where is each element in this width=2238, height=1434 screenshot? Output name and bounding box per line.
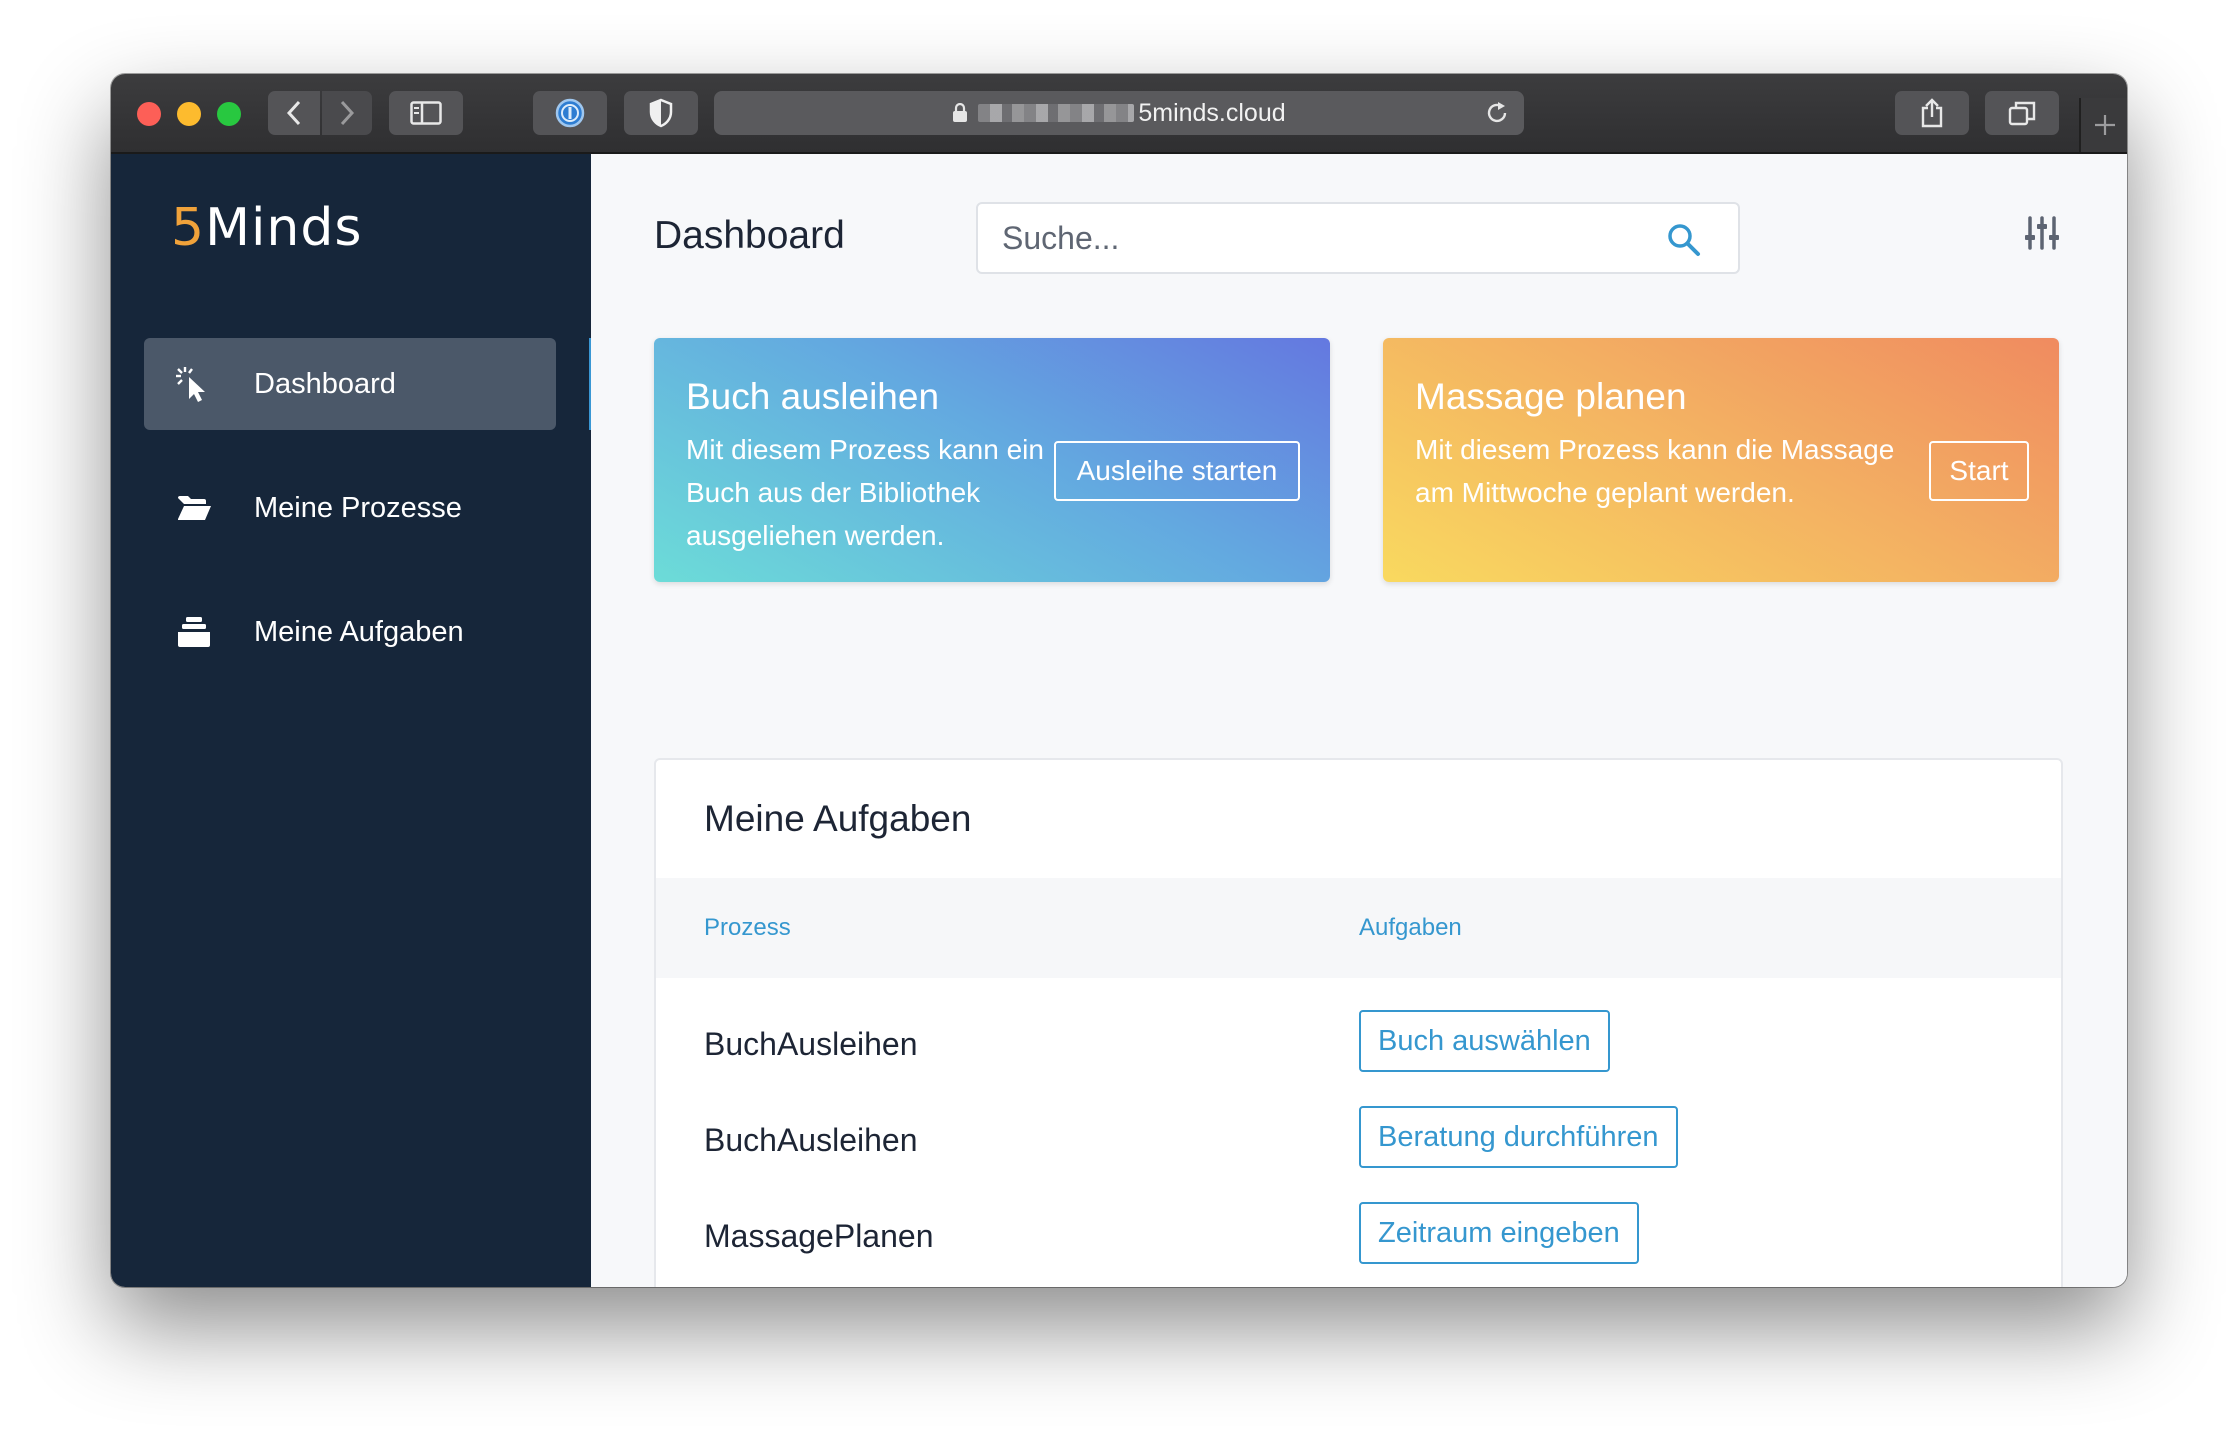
- column-header-aufgaben: Aufgaben: [1359, 914, 1462, 941]
- search-input[interactable]: [978, 218, 1644, 258]
- share-button[interactable]: [1895, 91, 1969, 135]
- sidebar-item-meine-prozesse[interactable]: Meine Prozesse: [144, 462, 556, 554]
- logo-number: 5: [171, 198, 206, 258]
- sidebar-item-meine-aufgaben[interactable]: Meine Aufgaben: [144, 586, 556, 678]
- logo[interactable]: 5Minds: [171, 198, 362, 258]
- logo-text: Minds: [205, 198, 363, 258]
- my-tasks-panel: Meine Aufgaben Prozess Aufgaben BuchAusl…: [654, 758, 2063, 1287]
- tabs-overview-button[interactable]: [1985, 91, 2059, 135]
- blurred-subdomain: [978, 104, 1135, 122]
- process-name: BuchAusleihen: [704, 1122, 918, 1158]
- card-title: Buch ausleihen: [686, 376, 940, 417]
- sidebar-item-dashboard[interactable]: Dashboard: [144, 338, 556, 430]
- password-manager-button[interactable]: [533, 91, 607, 135]
- card-description: Mit diesem Prozess kann ein Buch aus der…: [686, 434, 1044, 551]
- close-window-button[interactable]: [137, 102, 161, 126]
- browser-toolbar: 5minds.cloud: [111, 74, 2127, 154]
- process-card-buch-ausleihen: Buch ausleihen Mit diesem Prozess kann e…: [654, 338, 1330, 582]
- task-button-zeitraum-eingeben[interactable]: Zeitraum eingeben: [1359, 1202, 1639, 1264]
- sidebar: 5Minds Dashboard Meine Prozesse Meine Au…: [111, 154, 591, 1287]
- search-box[interactable]: [976, 202, 1740, 274]
- minimize-window-button[interactable]: [177, 102, 201, 126]
- sidebar-item-label: Meine Prozesse: [254, 491, 462, 524]
- search-icon[interactable]: [1666, 222, 1702, 258]
- tabs-icon: [2008, 101, 2036, 126]
- card-title: Massage planen: [1415, 376, 1687, 417]
- new-tab-button[interactable]: [2079, 98, 2127, 152]
- new-tab-icon: [2095, 115, 2115, 135]
- sidebar-toggle-button[interactable]: [389, 91, 463, 135]
- zoom-window-button[interactable]: [217, 102, 241, 126]
- forward-icon: [340, 100, 355, 126]
- task-button-beratung-durchfuehren[interactable]: Beratung durchführen: [1359, 1106, 1678, 1168]
- folder-open-icon: [174, 488, 214, 528]
- sidebar-item-label: Dashboard: [254, 367, 396, 400]
- page-title: Dashboard: [654, 214, 845, 257]
- url-domain: 5minds.cloud: [1138, 98, 1286, 127]
- process-card-massage-planen: Massage planen Mit diesem Prozess kann d…: [1383, 338, 2059, 582]
- card-description: Mit diesem Prozess kann die Massage am M…: [1415, 434, 1895, 508]
- sidebar-item-label: Meine Aufgaben: [254, 615, 464, 648]
- privacy-shield-button[interactable]: [624, 91, 698, 135]
- lock-icon: [953, 103, 968, 122]
- ausleihe-starten-button[interactable]: Ausleihe starten: [1054, 441, 1300, 501]
- sliders-icon[interactable]: [2024, 216, 2060, 250]
- panel-title: Meine Aufgaben: [704, 798, 972, 839]
- table-header: Prozess Aufgaben: [656, 878, 2061, 978]
- reload-icon[interactable]: [1484, 100, 1510, 126]
- task-button-buch-auswaehlen[interactable]: Buch auswählen: [1359, 1010, 1610, 1072]
- start-button[interactable]: Start: [1929, 441, 2029, 501]
- privacy-shield-icon: [649, 98, 673, 128]
- sidebar-toggle-icon: [410, 101, 442, 125]
- share-icon: [1921, 98, 1943, 128]
- main-content: Dashboard Buch ausleihen Mit diesem Proz…: [591, 154, 2127, 1287]
- inbox-stack-icon: [174, 612, 214, 652]
- browser-window: 5minds.cloud 5Minds Dashboard Meine Proz…: [111, 74, 2127, 1287]
- process-name: BuchAusleihen: [704, 1026, 918, 1062]
- address-bar[interactable]: 5minds.cloud: [714, 91, 1524, 135]
- back-button[interactable]: [268, 91, 320, 135]
- forward-button[interactable]: [322, 91, 372, 135]
- process-name: MassagePlanen: [704, 1218, 934, 1254]
- column-header-prozess: Prozess: [704, 914, 791, 941]
- back-icon: [286, 100, 301, 126]
- cursor-click-icon: [174, 364, 214, 404]
- password-manager-icon: [555, 98, 585, 128]
